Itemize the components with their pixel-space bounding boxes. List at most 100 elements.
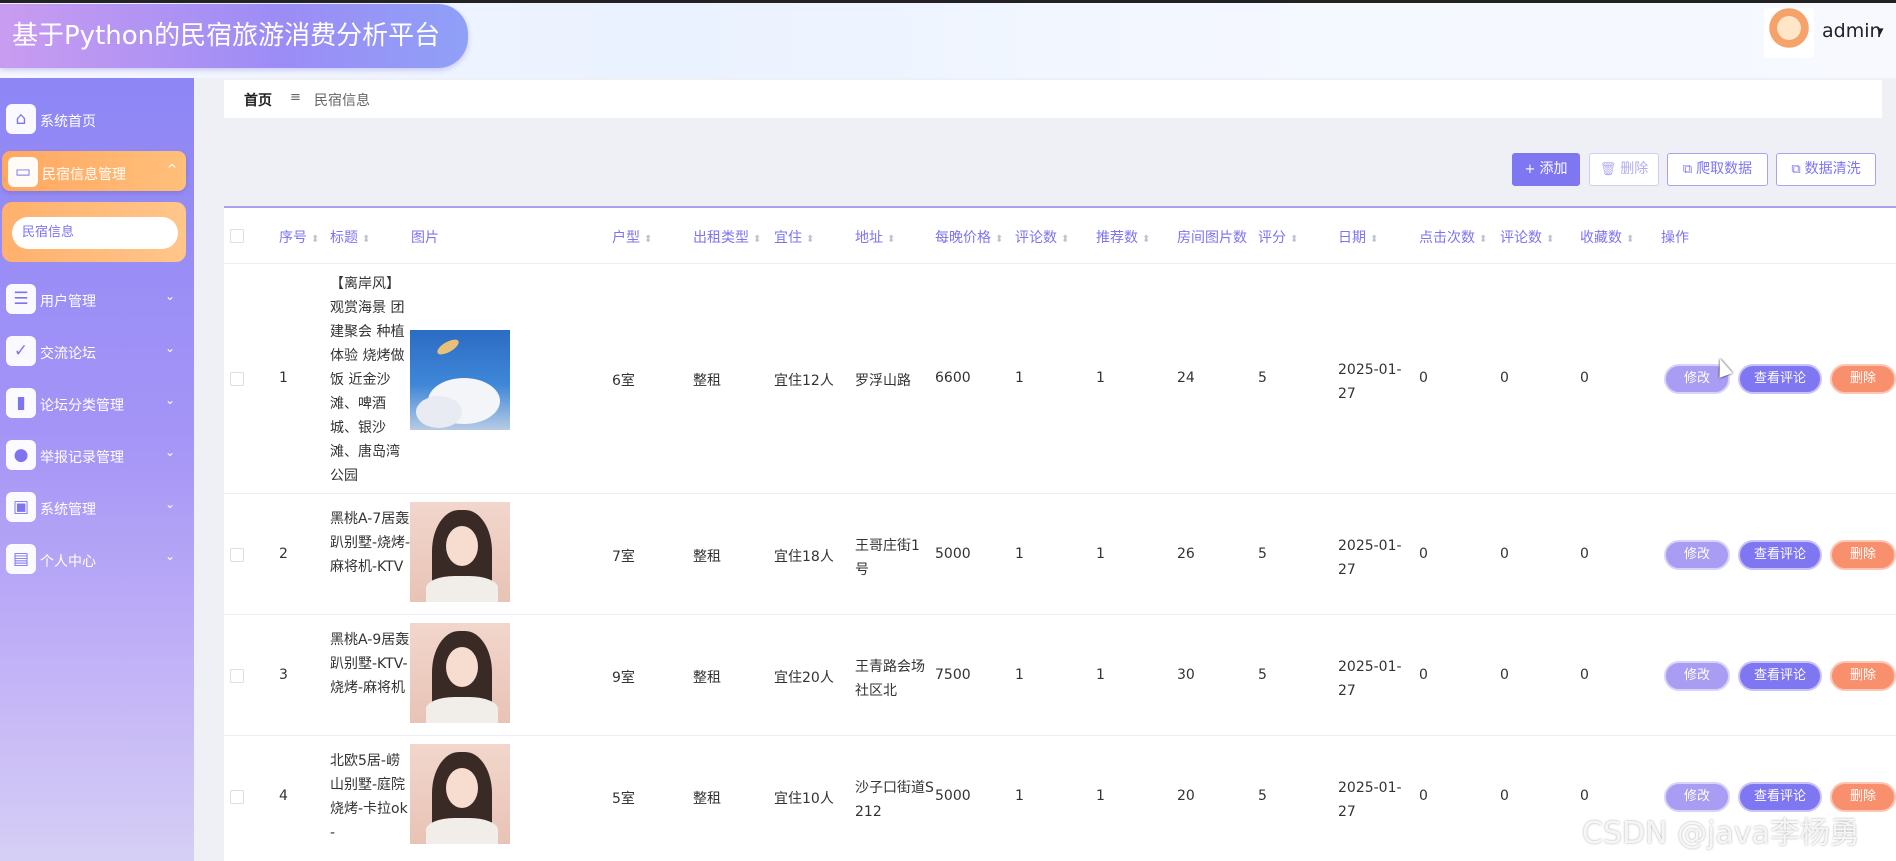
sidebar-item-label: 民宿信息管理 [42,167,126,183]
view-comments-button[interactable]: 查看评论 [1738,364,1822,394]
homestay-photo[interactable] [410,502,510,602]
header-date[interactable]: 日期 ⬍ [1338,227,1378,247]
clean-button-label: 数据清洗 [1804,161,1861,177]
cell-favorites: 0 [1580,546,1589,562]
sidebar-item-label: 个人中心 [40,554,96,570]
cell-capacity: 宜住12人 [774,373,834,389]
cell-price: 5000 [935,788,971,804]
table-row: 3 黑桃A-9居轰趴别墅-KTV-烧烤-麻将机 9室 整租 宜住20人 王青路会… [224,616,1896,736]
header-address[interactable]: 地址 ⬍ [855,227,895,247]
cell-recommends: 1 [1096,788,1105,804]
sidebar-item-users[interactable]: ☰ 用户管理 ⌄ [0,278,194,320]
header-score[interactable]: 评分 ⬍ [1258,227,1298,247]
submenu-item-homestay-info[interactable]: 民宿信息 [12,217,178,249]
clean-data-button[interactable]: ⧉ 数据清洗 [1776,153,1876,186]
book-icon: ▮ [6,388,36,418]
cell-recommends: 1 [1096,667,1105,683]
select-all-checkbox[interactable] [230,229,244,243]
cell-favorites: 0 [1580,370,1589,386]
face-shape [446,647,478,687]
cloud-shape [416,396,462,428]
header-comments-2[interactable]: 评论数 ⬍ [1500,227,1554,247]
delete-button[interactable]: 🗑 删除 [1589,153,1659,186]
homestay-photo[interactable] [410,744,510,844]
sort-icon: ⬍ [1626,234,1635,245]
face-shape [446,526,478,566]
header-price[interactable]: 每晚价格 ⬍ [935,227,1003,247]
table-header: 序号 ⬍ 标题 ⬍ 图片 户型 ⬍ 出租类型 ⬍ 宜住 ⬍ 地址 ⬍ 每晚价格 ⬍ 评论数 ⬍ … [224,208,1896,264]
cell-rent-type: 整租 [693,670,721,686]
view-comments-button[interactable]: 查看评论 [1738,661,1822,691]
edit-button[interactable]: 修改 [1664,661,1730,691]
sort-icon: ⬍ [1370,234,1379,245]
cell-clicks: 0 [1419,546,1428,562]
cell-clicks: 0 [1419,788,1428,804]
breadcrumb-home[interactable]: 首页 [244,90,272,110]
edit-button[interactable]: 修改 [1664,540,1730,570]
cell-title: 黑桃A-9居轰趴别墅-KTV-烧烤-麻将机 [330,632,410,696]
header-comments[interactable]: 评论数 ⬍ [1015,227,1069,247]
header-rent-type[interactable]: 出租类型 ⬍ [693,227,761,247]
cell-favorites: 0 [1580,788,1589,804]
sidebar-item-system[interactable]: ▣ 系统管理 ⌄ [0,486,194,528]
cell-no: 2 [279,546,288,562]
sort-icon: ⬍ [362,234,371,245]
sliders-icon: ☰ [6,284,36,314]
add-button[interactable]: + 添加 [1512,153,1580,186]
row-delete-button[interactable]: 删除 [1830,364,1896,394]
cell-layout: 5室 [612,791,635,807]
copy-icon: ⧉ [1682,162,1693,177]
cell-score: 5 [1258,667,1267,683]
header-no[interactable]: 序号 ⬍ [279,227,319,247]
cell-room-photos: 30 [1177,667,1195,683]
row-checkbox[interactable] [230,548,244,562]
sidebar-item-label: 举报记录管理 [40,450,124,466]
cell-address: 王青路会场社区北 [855,659,925,699]
cell-rent-type: 整租 [693,549,721,565]
sidebar-item-forum[interactable]: ✓ 交流论坛 ⌄ [0,330,194,372]
cell-comments: 1 [1015,788,1024,804]
shirt-shape [426,818,498,844]
header-layout[interactable]: 户型 ⬍ [612,227,652,247]
cell-layout: 7室 [612,549,635,565]
sidebar-item-reports[interactable]: ● 举报记录管理 ⌄ [0,434,194,476]
header-favorites[interactable]: 收藏数 ⬍ [1580,227,1634,247]
row-delete-button[interactable]: 删除 [1830,661,1896,691]
row-delete-button[interactable]: 删除 [1830,540,1896,570]
cell-title: 黑桃A-7居轰趴别墅-烧烤-麻将机-KTV [330,511,411,575]
header-title[interactable]: 标题 ⬍ [330,227,370,247]
breadcrumb-separator: ≡ [290,90,301,105]
cell-room-photos: 20 [1177,788,1195,804]
wallet-icon: ▤ [6,544,36,574]
header-capacity[interactable]: 宜住 ⬍ [774,227,814,247]
row-checkbox[interactable] [230,669,244,683]
breadcrumb: 首页 ≡ 民宿信息 [224,80,1882,118]
cell-clicks: 0 [1419,667,1428,683]
row-checkbox[interactable] [230,372,244,386]
crawl-data-button[interactable]: ⧉ 爬取数据 [1667,153,1768,186]
chevron-down-icon[interactable]: ▾ [1877,24,1884,39]
header-room-photos: 房间图片数 [1177,230,1247,246]
sidebar: ⌂ 系统首页 ▭ 民宿信息管理 ^ 民宿信息 ☰ 用户管理 ⌄ ✓ 交流论坛 ⌄… [0,78,194,861]
cell-favorites: 0 [1580,667,1589,683]
header-clicks[interactable]: 点击次数 ⬍ [1419,227,1487,247]
sidebar-item-profile[interactable]: ▤ 个人中心 ⌄ [0,538,194,580]
sidebar-item-home[interactable]: ⌂ 系统首页 [0,98,194,140]
cell-price: 5000 [935,546,971,562]
watermark: CSDN @java李杨勇 [1582,816,1860,851]
cell-address: 王哥庄街1号 [855,538,920,578]
user-name[interactable]: admin [1822,20,1882,42]
cell-comments-2: 0 [1500,546,1509,562]
sort-icon: ⬍ [1546,234,1555,245]
homestay-photo[interactable] [410,330,510,430]
sidebar-item-homestay-management[interactable]: ▭ 民宿信息管理 ^ [2,151,186,191]
row-checkbox[interactable] [230,790,244,804]
paraglider-shape [435,336,461,358]
homestay-photo[interactable] [410,623,510,723]
cell-date: 2025-01-27 [1338,538,1402,578]
header-recommends[interactable]: 推荐数 ⬍ [1096,227,1150,247]
sidebar-item-forum-category[interactable]: ▮ 论坛分类管理 ⌄ [0,382,194,424]
cell-layout: 9室 [612,670,635,686]
view-comments-button[interactable]: 查看评论 [1738,540,1822,570]
user-avatar[interactable] [1764,8,1814,58]
